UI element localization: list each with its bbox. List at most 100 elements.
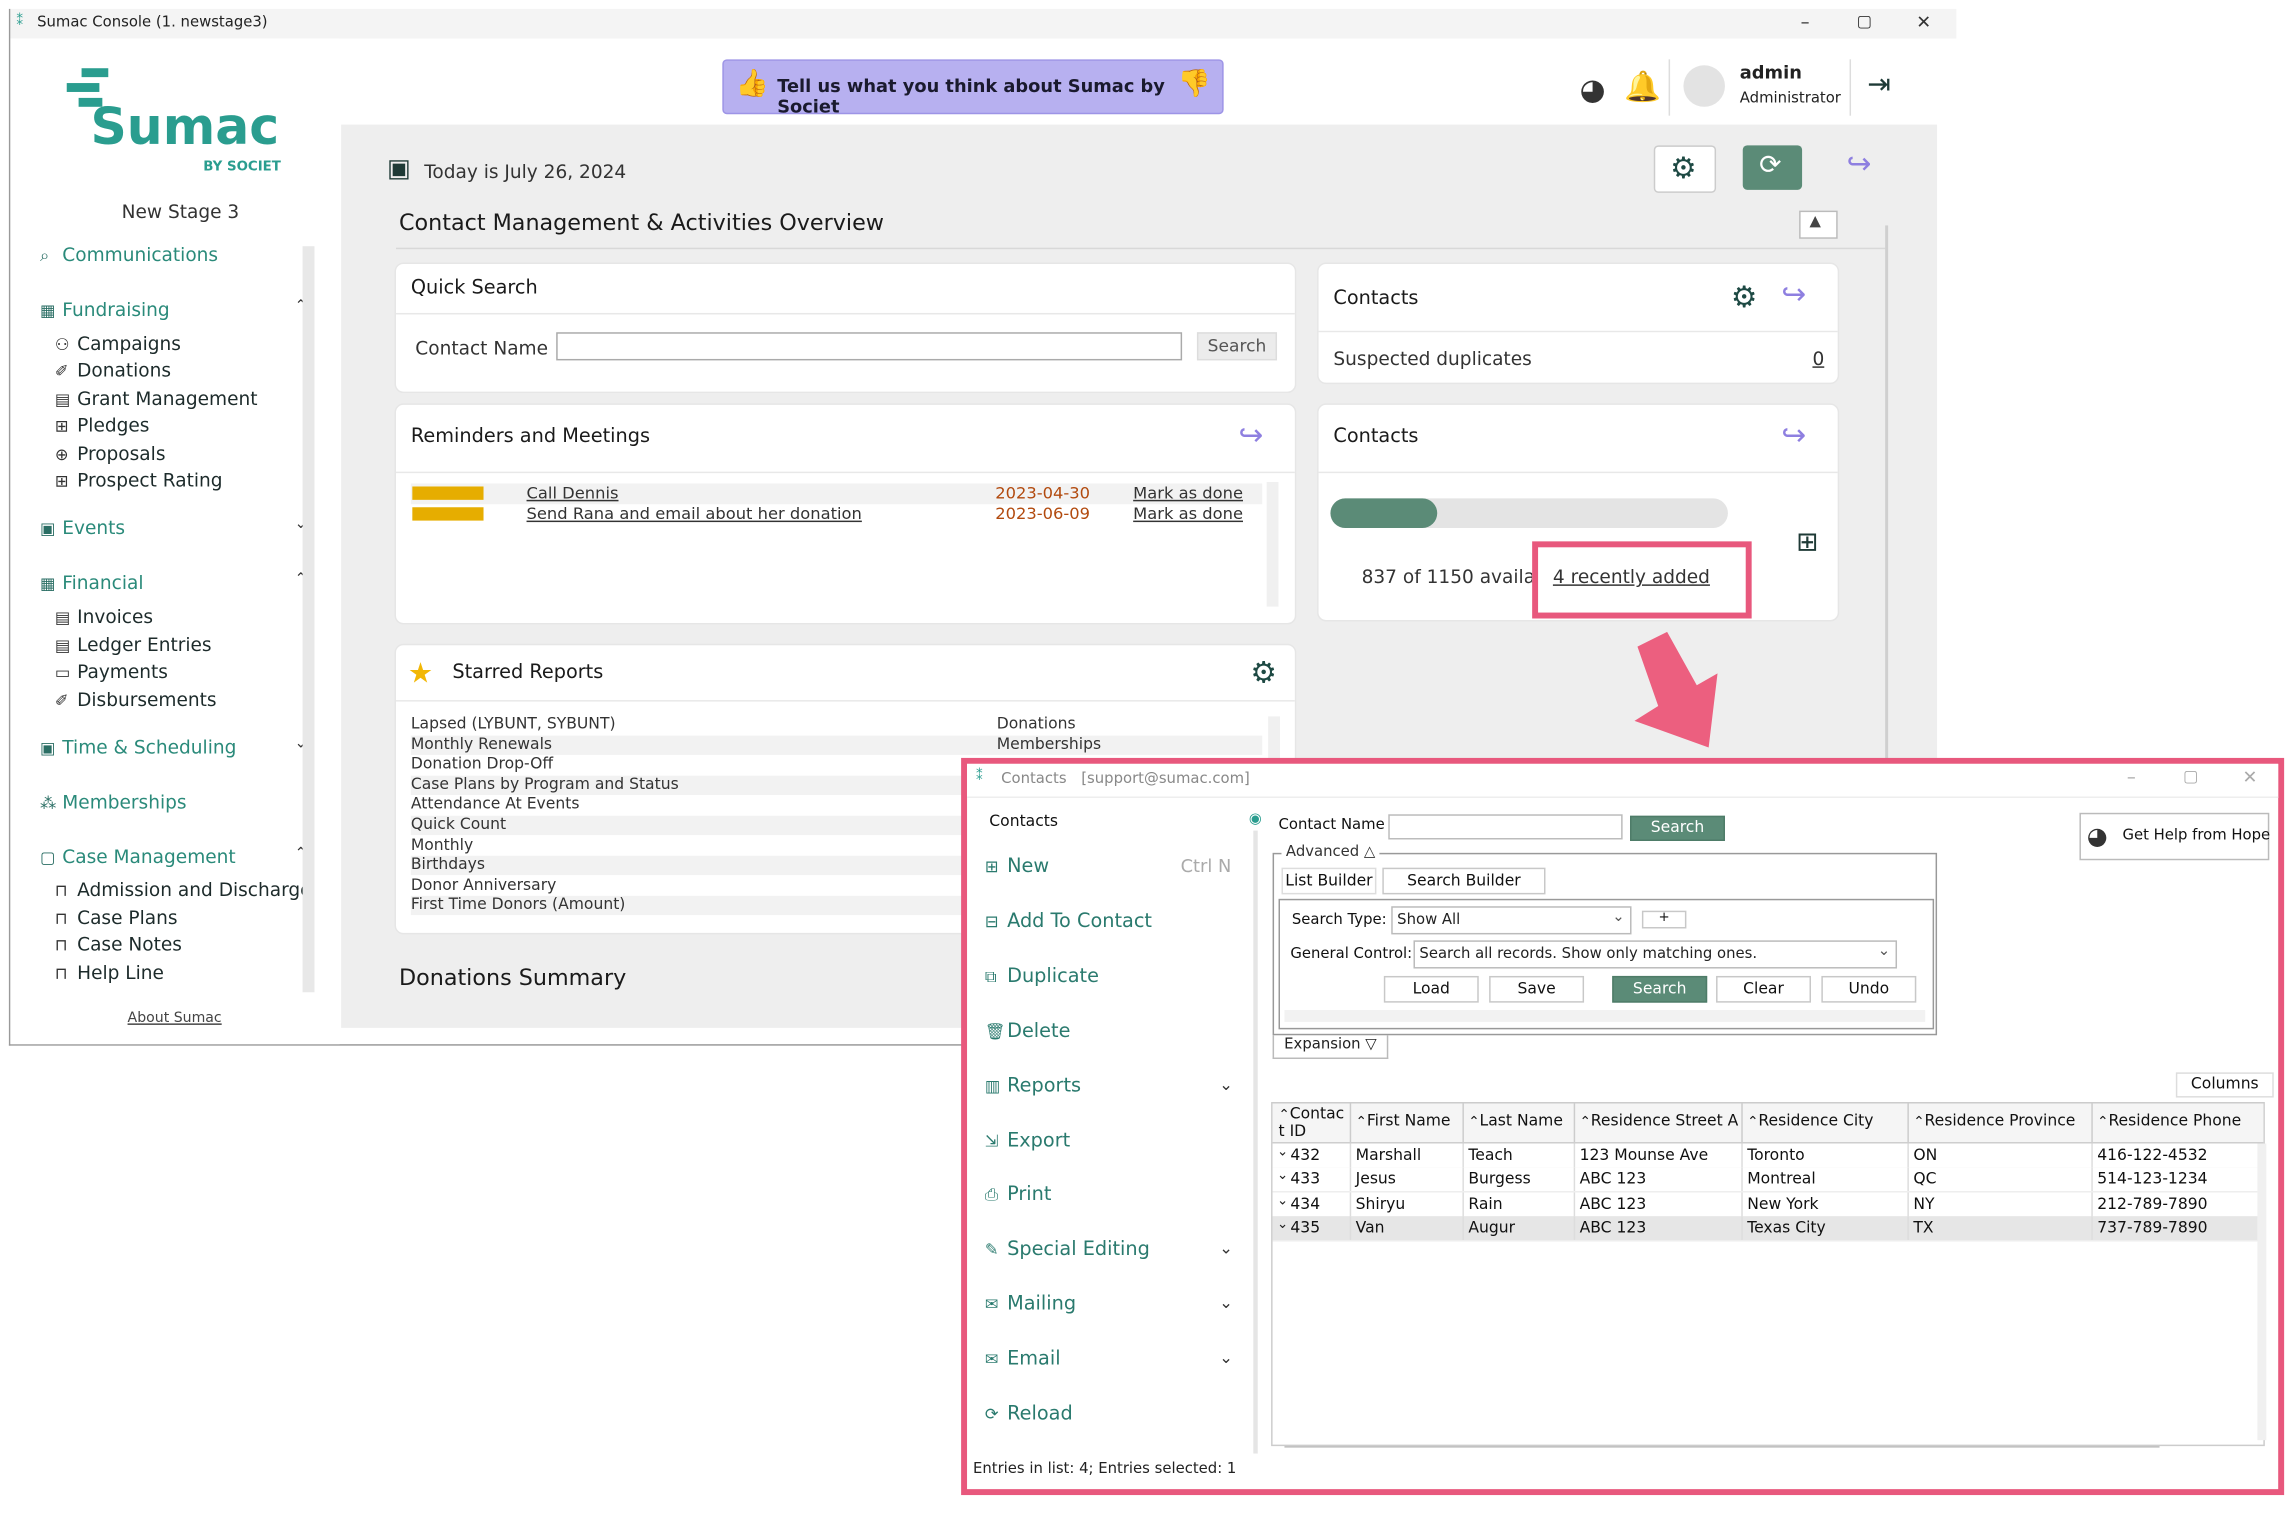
reminder-text[interactable]: Call Dennis <box>527 484 619 503</box>
report-name[interactable]: Monthly Renewals <box>411 735 552 753</box>
restore-button[interactable]: ▢ <box>1850 12 1880 31</box>
save-button[interactable]: Save <box>1489 975 1585 1003</box>
column-header[interactable]: ⌃Residence Phone <box>2097 1113 2275 1132</box>
nav-pledges[interactable]: ⊞ Pledges <box>55 414 150 436</box>
contact-name-input[interactable] <box>556 332 1183 361</box>
menu-item-add-to-contact[interactable]: ⊟ Add To Contact <box>985 911 1234 933</box>
menu-item-export[interactable]: ⇲ Export <box>985 1129 1234 1151</box>
column-header[interactable]: ⌃Residence Province <box>1913 1113 2091 1132</box>
column-header[interactable]: ⌃Residence Street A <box>1580 1113 1758 1132</box>
avatar[interactable] <box>1683 65 1725 107</box>
popup-contact-name-input[interactable] <box>1388 814 1623 840</box>
gear-icon[interactable]: ⚙ <box>1731 279 1758 315</box>
table-scrollbar[interactable] <box>2257 1143 2267 1441</box>
nav-events[interactable]: ▣ Events ⌄ <box>40 516 307 538</box>
search-type-select[interactable]: Show All ⌄ <box>1391 906 1632 935</box>
advanced-toggle[interactable]: Advanced △ <box>1281 843 1380 861</box>
expansion-toggle[interactable]: Expansion ▽ <box>1272 1035 1389 1060</box>
search-builder-tab[interactable]: Search Builder <box>1382 867 1546 895</box>
undo-button[interactable]: Undo <box>1821 975 1917 1003</box>
nav-help-line[interactable]: ⊓ Help Line <box>55 961 164 983</box>
column-separator[interactable] <box>1462 1103 1464 1143</box>
nav-case-notes[interactable]: ⊓ Case Notes <box>55 933 182 955</box>
content-scrollbar[interactable] <box>1885 225 1889 760</box>
nav-proposals[interactable]: ⊕ Proposals <box>55 442 166 464</box>
add-box-icon[interactable]: ⊞ <box>1796 527 1818 558</box>
list-builder-tab[interactable]: List Builder <box>1281 867 1377 895</box>
report-name[interactable]: First Time Donors (Amount) <box>411 896 626 914</box>
columns-button[interactable]: Columns <box>2175 1072 2274 1098</box>
menu-item-email[interactable]: ✉ Email ⌄ <box>985 1348 1234 1370</box>
nav-donations[interactable]: ✐ Donations <box>55 359 171 381</box>
nav-communications[interactable]: ⌕ Communications <box>40 243 218 267</box>
add-criteria-button[interactable]: + <box>1641 910 1687 929</box>
globe-icon[interactable]: ◕ <box>1580 71 1606 107</box>
logout-icon[interactable]: ⇥ <box>1867 68 1891 101</box>
nav-grant-management[interactable]: ▤ Grant Management <box>55 387 258 409</box>
nav-time-scheduling[interactable]: ▣ Time & Scheduling ⌄ <box>40 736 307 758</box>
reminder-text[interactable]: Send Rana and email about her donation <box>527 504 862 523</box>
search-button[interactable]: Search <box>1612 975 1708 1003</box>
menu-item-special-editing[interactable]: ✎ Special Editing ⌄ <box>985 1239 1234 1261</box>
table-hscroll[interactable] <box>1284 1446 2160 1448</box>
column-header[interactable]: ⌃Contac t ID <box>1279 1106 1347 1140</box>
table-row[interactable]: 433 Jesus Burgess ABC 123 Montreal QC 514-123-… <box>1272 1167 2258 1194</box>
feedback-banner[interactable]: 👍 Tell us what you think about Sumac by … <box>722 59 1224 117</box>
expand-row-icon[interactable]: ⌄ <box>1277 1218 1288 1233</box>
share-icon[interactable]: ↪ <box>1847 145 1872 181</box>
report-name[interactable]: Lapsed (LYBUNT, SYBUNT) <box>411 715 616 733</box>
gear-icon[interactable]: ⚙ <box>1250 654 1277 690</box>
mark-done-link[interactable]: Mark as done <box>1133 504 1243 523</box>
report-name[interactable]: Donor Anniversary <box>411 876 556 894</box>
collapse-button[interactable]: ▲ <box>1799 210 1838 239</box>
horizontal-scrollbar[interactable] <box>1284 1010 1926 1022</box>
nav-disbursements[interactable]: ✐ Disbursements <box>55 688 217 710</box>
nav-invoices[interactable]: ▤ Invoices <box>55 605 153 627</box>
nav-campaigns[interactable]: ⚇ Campaigns <box>55 332 181 354</box>
nav-case-management[interactable]: ▢ Case Management ⌃ <box>40 845 307 867</box>
report-name[interactable]: Memberships <box>997 735 1101 753</box>
column-separator[interactable] <box>1907 1103 1909 1143</box>
menu-item-new[interactable]: ⊞ New Ctrl N <box>985 856 1234 878</box>
column-header[interactable]: ⌃Residence City <box>1747 1113 1925 1132</box>
expand-row-icon[interactable]: ⌄ <box>1277 1194 1288 1209</box>
report-name[interactable]: Attendance At Events <box>411 796 580 814</box>
menu-item-reload[interactable]: ⟳ Reload <box>985 1403 1234 1425</box>
nav-payments[interactable]: ▭ Payments <box>55 660 168 682</box>
report-name[interactable]: Monthly <box>411 836 473 854</box>
table-row[interactable]: 432 Marshall Teach 123 Mounse Ave Toronto ON 4… <box>1272 1143 2258 1169</box>
settings-button[interactable]: ⚙ <box>1653 145 1717 193</box>
expand-row-icon[interactable]: ⌄ <box>1277 1169 1288 1184</box>
quick-search-button[interactable]: Search <box>1196 332 1278 361</box>
reminder-row[interactable]: Send Rana and email about her donation 2… <box>410 504 1263 526</box>
starred-report-row[interactable]: Monthly Renewals Memberships <box>410 735 1263 755</box>
mark-done-link[interactable]: Mark as done <box>1133 484 1243 503</box>
report-name[interactable]: Donations <box>997 715 1076 733</box>
about-link[interactable]: About Sumac <box>128 1010 222 1026</box>
menu-item-print[interactable]: ⎙ Print <box>985 1184 1234 1206</box>
nav-prospect-rating[interactable]: ⊞ Prospect Rating <box>55 469 223 491</box>
general-control-select[interactable]: Search all records. Show only matching o… <box>1413 940 1898 969</box>
column-separator[interactable] <box>1741 1103 1743 1143</box>
menu-item-delete[interactable]: 🗑 Delete <box>985 1020 1234 1042</box>
table-row[interactable]: 434 Shiryu Rain ABC 123 New York NY 212-789-78… <box>1272 1192 2258 1218</box>
popup-search-button[interactable]: Search <box>1630 815 1725 841</box>
share-icon[interactable]: ↪ <box>1238 417 1263 453</box>
report-name[interactable]: Quick Count <box>411 816 506 834</box>
load-button[interactable]: Load <box>1383 975 1479 1003</box>
report-name[interactable]: Case Plans by Program and Status <box>411 775 679 793</box>
nav-admission-discharge[interactable]: ⊓ Admission and Discharge <box>55 878 312 900</box>
report-name[interactable]: Donation Drop-Off <box>411 755 553 773</box>
menu-item-mailing[interactable]: ✉ Mailing ⌄ <box>985 1294 1234 1316</box>
minimize-button[interactable]: – <box>2117 767 2147 788</box>
sidebar-scrollbar[interactable] <box>302 246 315 993</box>
duplicates-count-link[interactable]: 0 <box>1812 347 1824 369</box>
nav-financial[interactable]: ▦ Financial ⌃ <box>40 571 307 593</box>
menu-item-reports[interactable]: ▥ Reports ⌄ <box>985 1075 1234 1097</box>
share-icon[interactable]: ↪ <box>1781 276 1806 312</box>
close-button[interactable]: ✕ <box>1909 12 1939 33</box>
nav-ledger-entries[interactable]: ▤ Ledger Entries <box>55 633 212 655</box>
clear-button[interactable]: Clear <box>1716 975 1811 1003</box>
minimize-button[interactable]: – <box>1790 12 1820 33</box>
starred-report-row[interactable]: Lapsed (LYBUNT, SYBUNT) Donations <box>410 714 1263 735</box>
